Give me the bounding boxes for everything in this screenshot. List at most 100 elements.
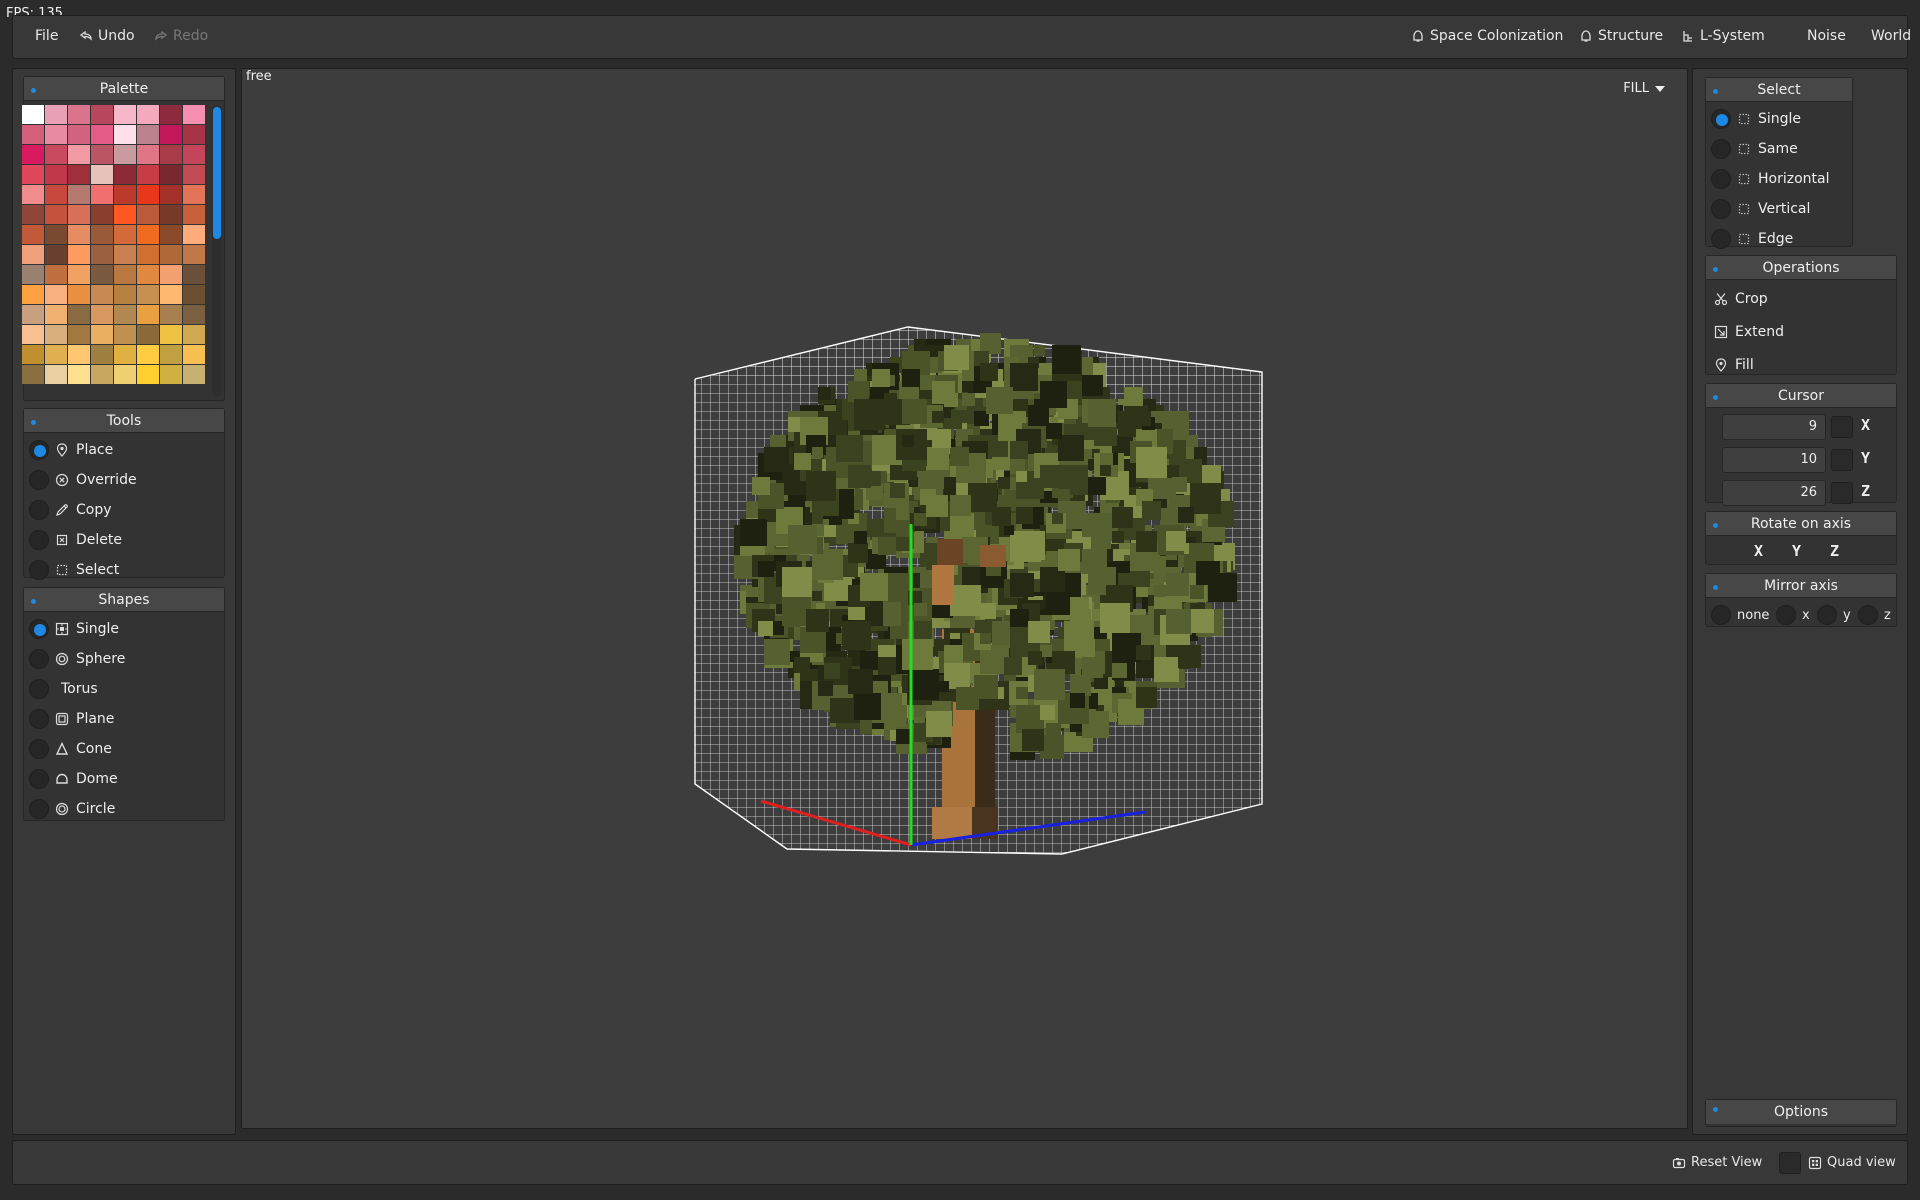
rotate-z-button[interactable]: Z bbox=[1830, 542, 1839, 560]
3d-viewport[interactable]: free FILL bbox=[241, 68, 1688, 1129]
tool-override-radio[interactable] bbox=[29, 470, 49, 490]
select-vertical[interactable]: Vertical bbox=[1706, 194, 1810, 224]
palette-swatch[interactable] bbox=[160, 185, 182, 204]
cursor-y-lock-toggle[interactable] bbox=[1831, 449, 1853, 471]
palette-swatch[interactable] bbox=[45, 225, 67, 244]
palette-swatch[interactable] bbox=[91, 305, 113, 324]
palette-swatch[interactable] bbox=[137, 105, 159, 124]
tool-delete[interactable]: Delete bbox=[24, 525, 122, 555]
palette-swatch[interactable] bbox=[68, 305, 90, 324]
mirror-none-radio[interactable] bbox=[1711, 605, 1731, 625]
palette-swatch[interactable] bbox=[91, 365, 113, 384]
mirror-y[interactable]: y bbox=[1812, 600, 1851, 630]
palette-swatch[interactable] bbox=[68, 145, 90, 164]
palette-swatch[interactable] bbox=[160, 225, 182, 244]
shape-cone[interactable]: Cone bbox=[24, 734, 112, 764]
palette-swatch[interactable] bbox=[68, 265, 90, 284]
undo-button[interactable]: Undo bbox=[79, 28, 135, 44]
palette-swatch[interactable] bbox=[183, 305, 205, 324]
palette-swatch[interactable] bbox=[183, 285, 205, 304]
mirror-z[interactable]: z bbox=[1853, 600, 1891, 630]
shape-torus[interactable]: Torus bbox=[24, 674, 98, 704]
space-colonization-menu[interactable]: Space Colonization bbox=[1411, 28, 1563, 44]
palette-swatch[interactable] bbox=[114, 125, 136, 144]
palette-swatch[interactable] bbox=[160, 265, 182, 284]
rotate-y-button[interactable]: Y bbox=[1792, 542, 1801, 560]
tool-place-radio[interactable] bbox=[29, 440, 49, 460]
tool-copy-radio[interactable] bbox=[29, 500, 49, 520]
structure-menu[interactable]: Structure bbox=[1579, 28, 1663, 44]
palette-swatch[interactable] bbox=[137, 185, 159, 204]
cursor-y-field[interactable]: 10 bbox=[1722, 447, 1826, 473]
palette-swatch[interactable] bbox=[22, 185, 44, 204]
palette-swatch[interactable] bbox=[45, 345, 67, 364]
palette-swatch[interactable] bbox=[22, 365, 44, 384]
palette-swatch[interactable] bbox=[91, 145, 113, 164]
tool-select-radio[interactable] bbox=[29, 560, 49, 580]
select-vertical-radio[interactable] bbox=[1711, 199, 1731, 219]
shape-circle[interactable]: Circle bbox=[24, 794, 115, 824]
tool-delete-radio[interactable] bbox=[29, 530, 49, 550]
select-edge[interactable]: Edge bbox=[1706, 224, 1793, 254]
palette-swatch[interactable] bbox=[160, 165, 182, 184]
palette-swatch[interactable] bbox=[68, 285, 90, 304]
mirror-none[interactable]: none bbox=[1706, 600, 1769, 630]
options-header[interactable]: Options bbox=[1706, 1100, 1896, 1124]
palette-swatch[interactable] bbox=[137, 205, 159, 224]
palette-swatch[interactable] bbox=[114, 225, 136, 244]
palette-swatch[interactable] bbox=[68, 185, 90, 204]
palette-swatch[interactable] bbox=[22, 165, 44, 184]
palette-swatch[interactable] bbox=[68, 325, 90, 344]
tool-copy[interactable]: Copy bbox=[24, 495, 112, 525]
palette-scroll-thumb[interactable] bbox=[213, 107, 221, 239]
tool-place[interactable]: Place bbox=[24, 435, 113, 465]
select-single-radio[interactable] bbox=[1711, 109, 1731, 129]
palette-swatch[interactable] bbox=[68, 105, 90, 124]
palette-swatch[interactable] bbox=[183, 245, 205, 264]
palette-swatch[interactable] bbox=[160, 325, 182, 344]
palette-swatch[interactable] bbox=[137, 345, 159, 364]
palette-swatch[interactable] bbox=[183, 365, 205, 384]
palette-swatch[interactable] bbox=[183, 225, 205, 244]
palette-swatch[interactable] bbox=[137, 285, 159, 304]
rotate-x-button[interactable]: X bbox=[1754, 542, 1763, 560]
palette-swatch[interactable] bbox=[160, 205, 182, 224]
tools-header[interactable]: Tools bbox=[24, 409, 224, 433]
palette-swatch[interactable] bbox=[183, 165, 205, 184]
palette-swatch[interactable] bbox=[91, 165, 113, 184]
palette-swatch[interactable] bbox=[45, 265, 67, 284]
reset-view-button[interactable]: Reset View bbox=[1672, 1155, 1762, 1170]
file-menu[interactable]: File bbox=[35, 28, 58, 44]
palette-swatch[interactable] bbox=[160, 305, 182, 324]
shape-plane-radio[interactable] bbox=[29, 709, 49, 729]
palette-swatch[interactable] bbox=[45, 285, 67, 304]
shape-dome-radio[interactable] bbox=[29, 769, 49, 789]
select-single[interactable]: Single bbox=[1706, 104, 1801, 134]
cursor-z-field[interactable]: 26 bbox=[1722, 480, 1826, 506]
palette-swatch[interactable] bbox=[45, 205, 67, 224]
mirror-x[interactable]: x bbox=[1771, 600, 1810, 630]
palette-swatch[interactable] bbox=[22, 225, 44, 244]
select-same-radio[interactable] bbox=[1711, 139, 1731, 159]
palette-swatch[interactable] bbox=[183, 205, 205, 224]
palette-swatch[interactable] bbox=[114, 185, 136, 204]
fill-button[interactable]: Fill bbox=[1714, 350, 1754, 380]
palette-swatch[interactable] bbox=[183, 145, 205, 164]
palette-swatch[interactable] bbox=[68, 165, 90, 184]
select-same[interactable]: Same bbox=[1706, 134, 1798, 164]
palette-swatch[interactable] bbox=[137, 325, 159, 344]
palette-swatch[interactable] bbox=[68, 205, 90, 224]
palette-swatch[interactable] bbox=[114, 105, 136, 124]
palette-header[interactable]: Palette bbox=[24, 77, 224, 101]
palette-swatch[interactable] bbox=[45, 365, 67, 384]
palette-swatch[interactable] bbox=[160, 105, 182, 124]
palette-swatch[interactable] bbox=[160, 285, 182, 304]
palette-swatch[interactable] bbox=[45, 125, 67, 144]
palette-swatch[interactable] bbox=[137, 305, 159, 324]
select-horizontal[interactable]: Horizontal bbox=[1706, 164, 1829, 194]
tool-select[interactable]: Select bbox=[24, 555, 119, 585]
world-menu[interactable]: World bbox=[1871, 28, 1911, 44]
palette-swatch[interactable] bbox=[91, 245, 113, 264]
mirror-x-radio[interactable] bbox=[1776, 605, 1796, 625]
select-header[interactable]: Select bbox=[1706, 78, 1852, 102]
